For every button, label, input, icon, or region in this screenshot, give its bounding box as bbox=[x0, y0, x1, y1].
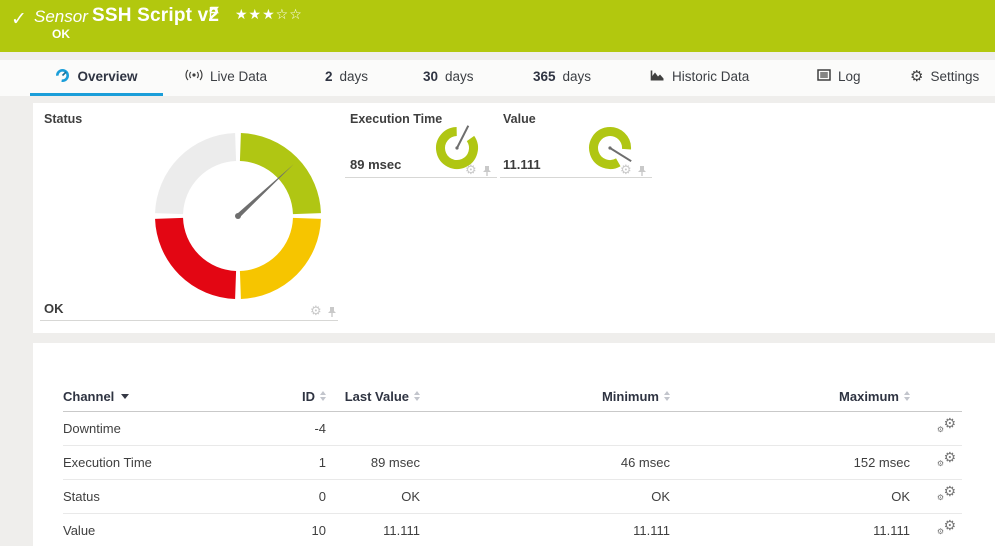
gear-icon: ⚙ bbox=[910, 69, 923, 84]
channel-name: Status bbox=[63, 489, 263, 504]
channel-table: Channel ID Last Value Minimum Maximum bbox=[63, 381, 962, 546]
sensor-page: ✓ Sensor SSH Script v2 ★★★☆☆ OK Overview… bbox=[0, 0, 995, 546]
channel-minimum: OK bbox=[420, 489, 670, 504]
status-gauge-title: Status bbox=[44, 112, 82, 126]
ok-check-icon: ✓ bbox=[11, 8, 27, 30]
area-chart-icon bbox=[650, 69, 665, 85]
tab-365-days[interactable]: 365 days bbox=[533, 60, 591, 93]
live-signal-icon bbox=[185, 69, 203, 84]
channel-id: 10 bbox=[263, 523, 326, 538]
channel-maximum: OK bbox=[670, 489, 910, 504]
sensor-title: SSH Script v2 bbox=[92, 5, 219, 27]
pin-icon[interactable] bbox=[637, 165, 647, 177]
exec-time-gauge-title: Execution Time bbox=[350, 112, 442, 126]
column-header-maximum[interactable]: Maximum bbox=[670, 389, 910, 404]
gauge-needle bbox=[457, 126, 468, 148]
gauge-needle bbox=[237, 164, 294, 217]
value-gauge-value: 11.111 bbox=[503, 157, 541, 172]
tab-30-days[interactable]: 30 days bbox=[423, 60, 474, 93]
channel-settings-icon[interactable]: ⚙⚙ bbox=[910, 522, 962, 540]
object-kind-label: Sensor bbox=[34, 7, 88, 27]
channel-id: 0 bbox=[263, 489, 326, 504]
channels-panel: Channel ID Last Value Minimum Maximum bbox=[33, 343, 995, 546]
channel-minimum: 46 msec bbox=[420, 455, 670, 470]
column-header-channel[interactable]: Channel bbox=[63, 389, 263, 404]
gear-icon[interactable]: ⚙ bbox=[620, 164, 632, 177]
tab-bar: Overview Live Data 2 days 30 days 365 da… bbox=[0, 60, 995, 96]
overview-panel: Status OK ⚙ Execution Time 89 msec ⚙ bbox=[33, 103, 995, 333]
column-header-minimum[interactable]: Minimum bbox=[420, 389, 670, 404]
channel-table-header: Channel ID Last Value Minimum Maximum bbox=[63, 381, 962, 412]
channel-id: -4 bbox=[263, 421, 326, 436]
exec-time-gauge-value: 89 msec bbox=[350, 157, 401, 172]
tab-overview[interactable]: Overview bbox=[30, 60, 163, 96]
table-row-execution-time[interactable]: Execution Time 1 89 msec 46 msec 152 mse… bbox=[63, 446, 962, 480]
channel-last-value: 11.111 bbox=[326, 523, 420, 538]
sort-icon bbox=[904, 391, 910, 401]
log-list-icon bbox=[817, 69, 831, 84]
pin-icon[interactable] bbox=[482, 165, 492, 177]
tab-settings[interactable]: ⚙ Settings bbox=[910, 60, 979, 93]
tab-live-data[interactable]: Live Data bbox=[185, 60, 267, 93]
channel-settings-icon[interactable]: ⚙⚙ bbox=[910, 420, 962, 438]
tab-log[interactable]: Log bbox=[817, 60, 861, 93]
channel-minimum: 11.111 bbox=[420, 523, 670, 538]
channel-id: 1 bbox=[263, 455, 326, 470]
channel-maximum: 152 msec bbox=[670, 455, 910, 470]
channel-last-value: OK bbox=[326, 489, 420, 504]
column-header-id[interactable]: ID bbox=[263, 389, 326, 404]
value-gauge-title: Value bbox=[503, 112, 536, 126]
channel-name: Value bbox=[63, 523, 263, 538]
status-gauge bbox=[155, 133, 321, 299]
sensor-header: ✓ Sensor SSH Script v2 ★★★☆☆ OK bbox=[0, 0, 995, 52]
flag-icon[interactable] bbox=[209, 6, 220, 24]
pin-icon[interactable] bbox=[327, 306, 337, 318]
channel-settings-icon[interactable]: ⚙⚙ bbox=[910, 454, 962, 472]
table-row-value[interactable]: Value 10 11.111 11.111 11.111 ⚙⚙ bbox=[63, 514, 962, 546]
table-row-status[interactable]: Status 0 OK OK OK ⚙⚙ bbox=[63, 480, 962, 514]
status-gauge-value: OK bbox=[44, 301, 64, 316]
channel-maximum: 11.111 bbox=[670, 523, 910, 538]
gauge-icon bbox=[55, 68, 70, 86]
channel-last-value: 89 msec bbox=[326, 455, 420, 470]
channel-name: Downtime bbox=[63, 421, 263, 436]
channel-settings-icon[interactable]: ⚙⚙ bbox=[910, 488, 962, 506]
tab-historic-data[interactable]: Historic Data bbox=[650, 60, 749, 93]
channel-name: Execution Time bbox=[63, 455, 263, 470]
column-header-last-value[interactable]: Last Value bbox=[326, 389, 420, 404]
sort-desc-icon bbox=[121, 394, 129, 399]
sensor-status-badge: OK bbox=[52, 27, 70, 41]
priority-stars[interactable]: ★★★☆☆ bbox=[235, 7, 303, 23]
tab-2-days[interactable]: 2 days bbox=[325, 60, 368, 93]
gear-icon[interactable]: ⚙ bbox=[310, 305, 322, 318]
table-row-downtime[interactable]: Downtime -4 ⚙⚙ bbox=[63, 412, 962, 446]
gear-icon[interactable]: ⚙ bbox=[465, 164, 477, 177]
gauge-needle bbox=[610, 148, 631, 161]
